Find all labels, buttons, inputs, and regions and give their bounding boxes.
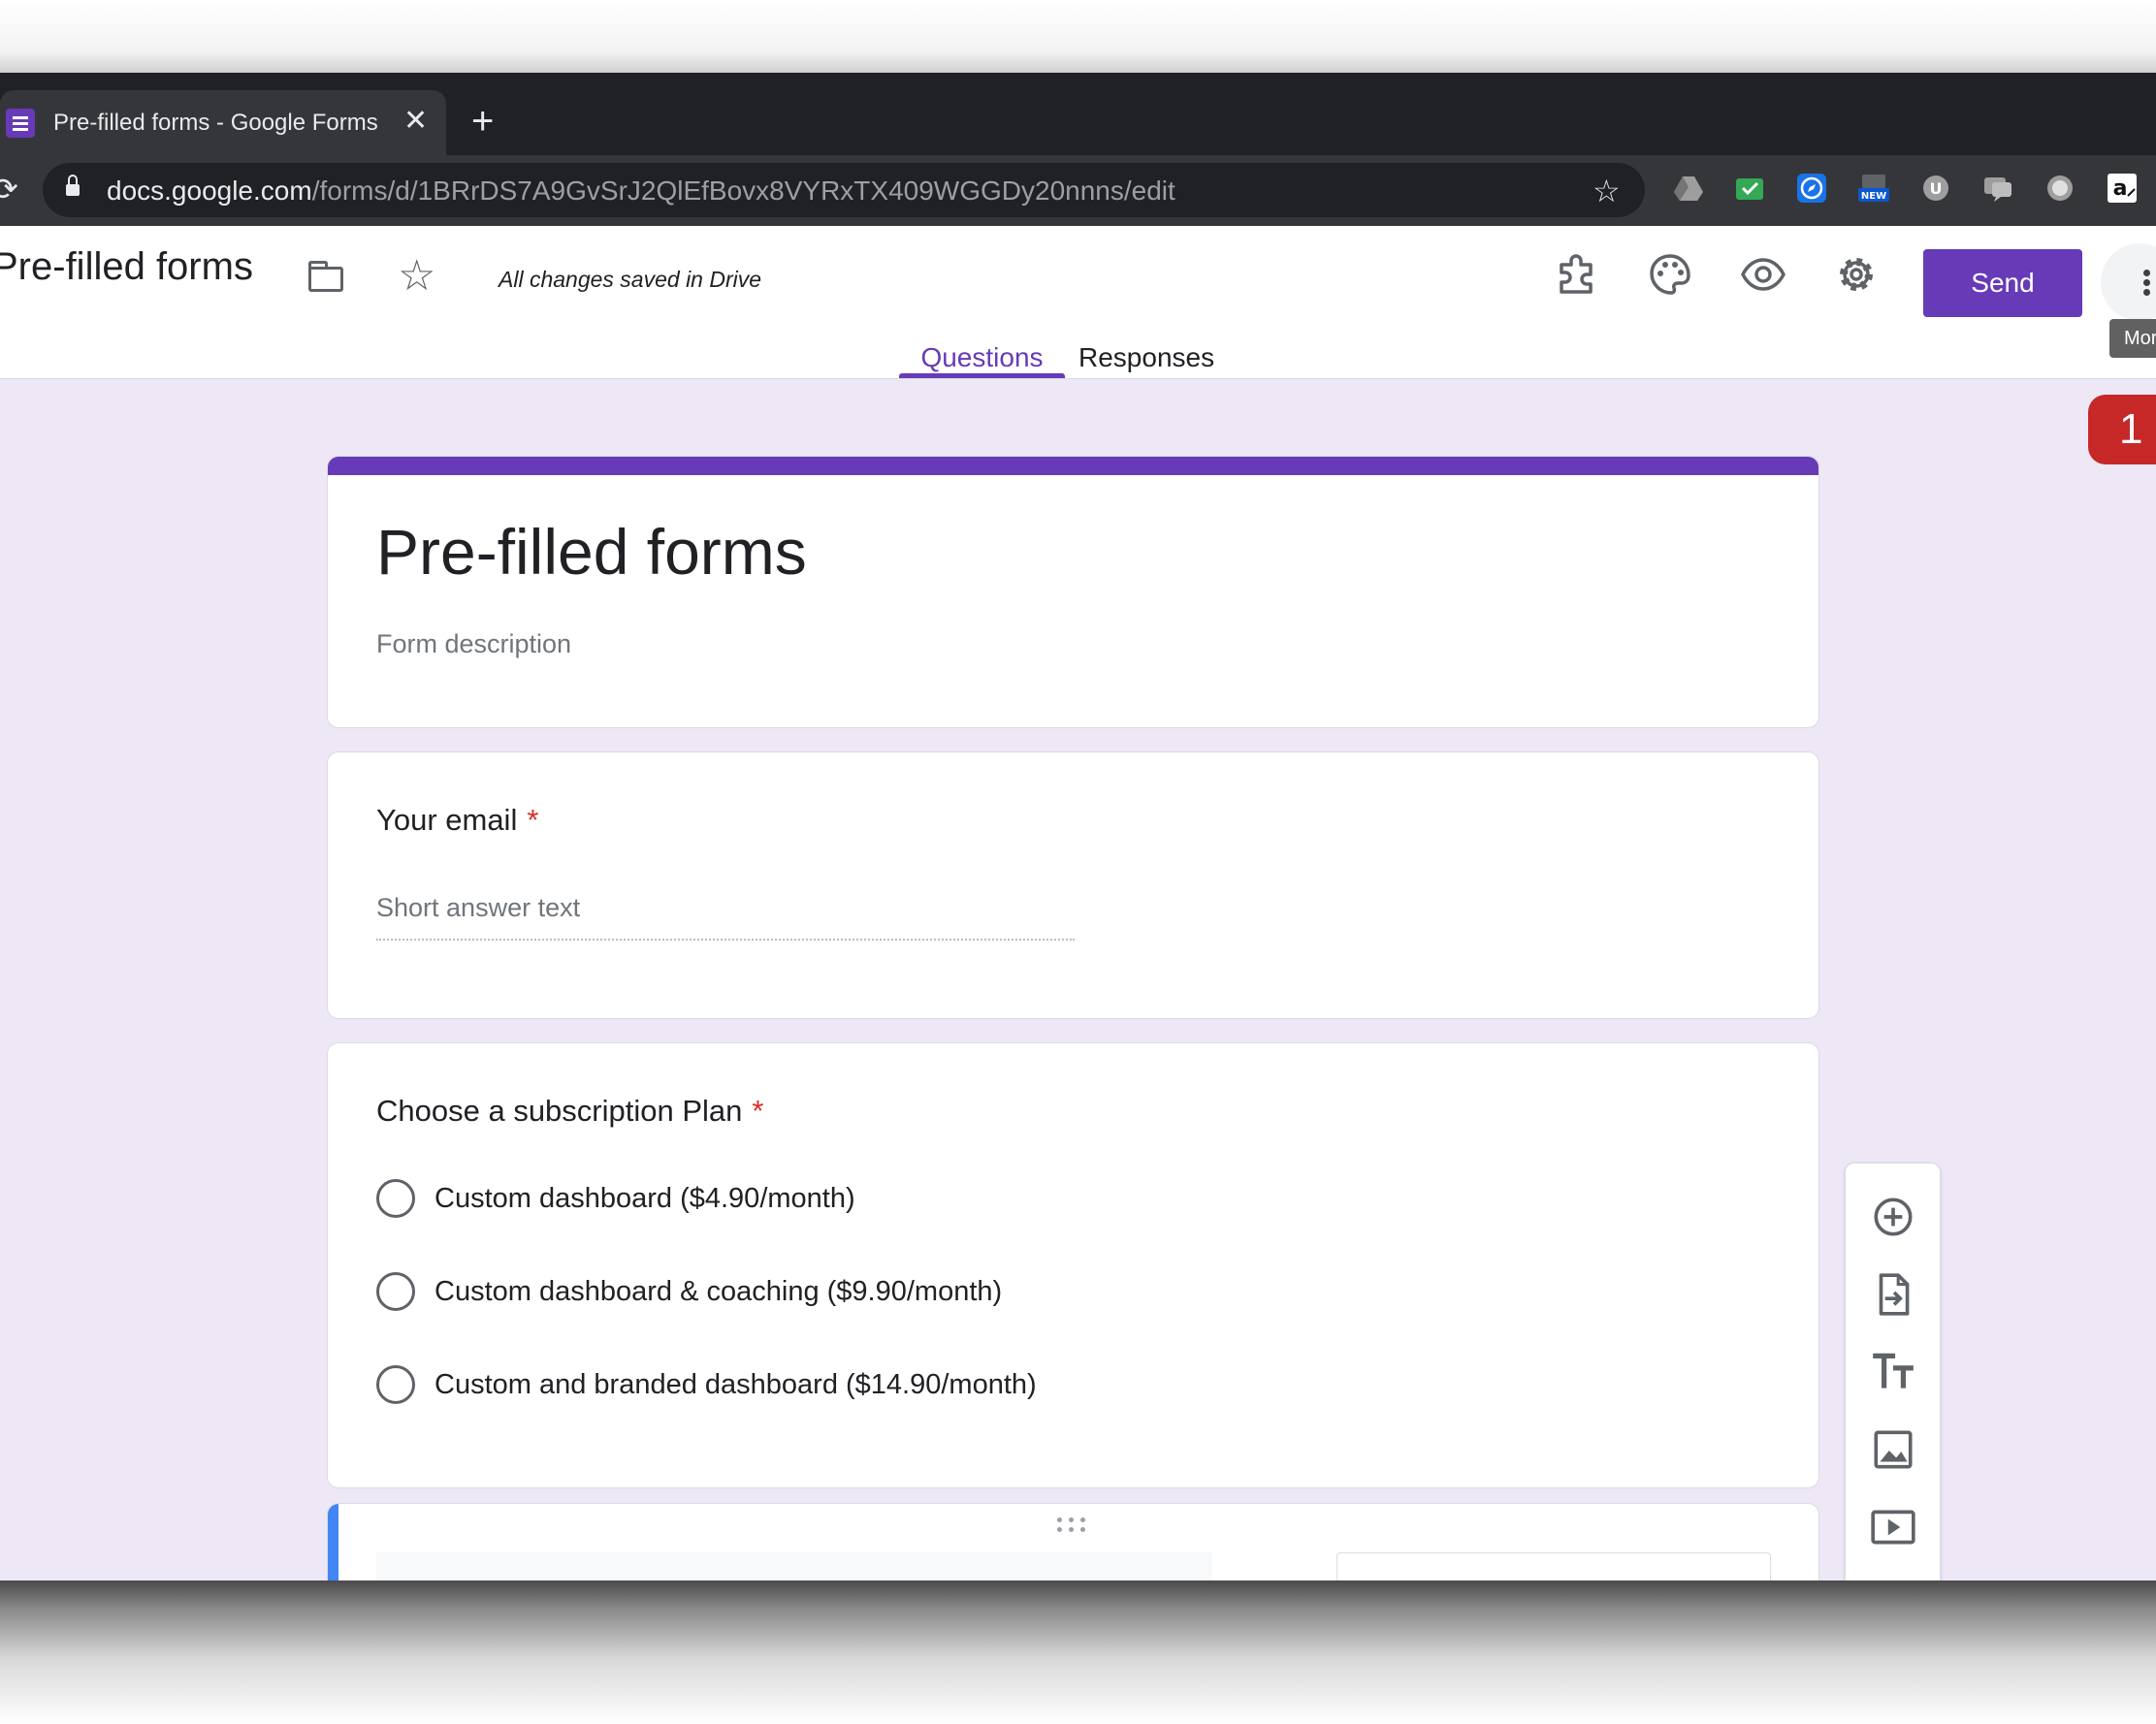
address-bar[interactable]: docs.google.com/forms/d/1BRrDS7A9GvSrJ2Q…: [43, 163, 1645, 217]
google-drive-extension-icon[interactable]: [1673, 173, 1704, 204]
new-tab-button[interactable]: +: [471, 102, 494, 141]
form-title[interactable]: Pre-filled forms: [376, 515, 807, 589]
question-type-select[interactable]: [1336, 1552, 1771, 1580]
compass-extension-icon[interactable]: [1796, 173, 1827, 204]
add-ons-puzzle-icon[interactable]: [1554, 251, 1600, 298]
add-title-icon[interactable]: [1869, 1348, 1917, 1396]
star-icon[interactable]: ☆: [398, 251, 435, 301]
question-title-text: Choose a subscription Plan: [376, 1094, 743, 1128]
question-title-text: Your email: [376, 803, 518, 837]
radio-button[interactable]: [376, 1179, 415, 1218]
radio-option-label: Custom dashboard ($4.90/month): [434, 1183, 855, 1214]
send-button[interactable]: Send: [1923, 249, 2082, 317]
chat-extension-icon[interactable]: [1982, 173, 2013, 204]
more-options-icon[interactable]: [2101, 243, 2156, 321]
palette-icon[interactable]: [1647, 251, 1693, 298]
settings-gear-icon[interactable]: [1833, 251, 1880, 298]
tab-responses[interactable]: Responses: [1078, 342, 1214, 373]
add-image-icon[interactable]: [1869, 1425, 1917, 1474]
active-card-accent: [328, 1504, 338, 1580]
browser-window: Pre-filled forms - Google Forms ✕ + ⟳ do…: [0, 73, 2156, 1580]
svg-text:U: U: [1930, 179, 1943, 198]
svg-text:NEW: NEW: [1861, 191, 1886, 202]
question-card-email[interactable]: Your email * Short answer text: [327, 751, 1819, 1019]
document-title[interactable]: Pre-filled forms: [0, 245, 253, 289]
active-tab-indicator: [899, 373, 1065, 378]
question-input[interactable]: [376, 1552, 1212, 1580]
preview-eye-icon[interactable]: [1740, 251, 1786, 298]
close-tab-icon[interactable]: ✕: [403, 104, 428, 139]
browser-tab[interactable]: Pre-filled forms - Google Forms ✕: [0, 90, 446, 155]
question-title: Your email *: [376, 803, 538, 838]
tab-questions[interactable]: Questions: [899, 342, 1065, 373]
new-extension-icon[interactable]: NEW: [1858, 173, 1889, 204]
required-asterisk: *: [752, 1094, 764, 1128]
reload-icon[interactable]: ⟳: [0, 171, 18, 208]
screenshot-top-margin: [0, 0, 2156, 73]
form-accent-bar: [328, 457, 1818, 475]
forms-favicon-icon: [6, 109, 35, 138]
side-toolbar: [1845, 1163, 1941, 1580]
lock-icon[interactable]: [66, 175, 80, 198]
question-title: Choose a subscription Plan *: [376, 1094, 763, 1129]
required-asterisk: *: [527, 803, 539, 837]
save-status: All changes saved in Drive: [499, 267, 762, 292]
radio-button[interactable]: [376, 1272, 415, 1311]
add-video-icon[interactable]: [1869, 1503, 1917, 1551]
question-card-subscription[interactable]: Choose a subscription Plan * Custom dashb…: [327, 1042, 1819, 1488]
bookmark-star-icon[interactable]: ☆: [1593, 173, 1621, 209]
svg-text:a: a: [2113, 176, 2128, 201]
tab-title: Pre-filled forms - Google Forms: [53, 110, 378, 136]
url-text[interactable]: docs.google.com/forms/d/1BRrDS7A9GvSrJ2Q…: [107, 176, 1175, 207]
folder-icon[interactable]: [308, 261, 343, 292]
drag-handle-icon[interactable]: [1057, 1517, 1092, 1535]
url-path: /forms/d/1BRrDS7A9GvSrJ2QlEfBovx8VYRxTX4…: [311, 176, 1175, 206]
short-answer-placeholder: Short answer text: [376, 893, 1075, 941]
browser-toolbar: ⟳ docs.google.com/forms/d/1BRrDS7A9GvSrJ…: [0, 155, 2156, 226]
import-questions-icon[interactable]: [1869, 1270, 1917, 1319]
add-question-icon[interactable]: [1869, 1193, 1917, 1241]
form-description-field[interactable]: Form description: [376, 629, 571, 659]
forms-header: Pre-filled forms ☆ All changes saved in …: [0, 226, 2156, 379]
amazon-extension-icon[interactable]: a: [2107, 173, 2138, 204]
notification-badge: 1: [2088, 395, 2156, 464]
radio-option-label: Custom dashboard & coaching ($9.90/month…: [434, 1276, 1003, 1307]
circle-extension-icon[interactable]: [2044, 173, 2076, 204]
form-header-card[interactable]: Pre-filled forms Form description: [327, 456, 1819, 728]
radio-button[interactable]: [376, 1365, 415, 1404]
screenshot-bottom-shadow: [0, 1580, 2156, 1724]
tab-strip: Pre-filled forms - Google Forms ✕ +: [0, 73, 2156, 155]
more-tooltip: Mor: [2109, 319, 2156, 358]
active-question-card[interactable]: [327, 1503, 1819, 1580]
radio-option-label: Custom and branded dashboard ($14.90/mon…: [434, 1369, 1037, 1400]
mail-check-extension-icon[interactable]: [1734, 173, 1765, 204]
url-host: docs.google.com: [107, 176, 312, 206]
u-extension-icon[interactable]: U: [1920, 173, 1951, 204]
